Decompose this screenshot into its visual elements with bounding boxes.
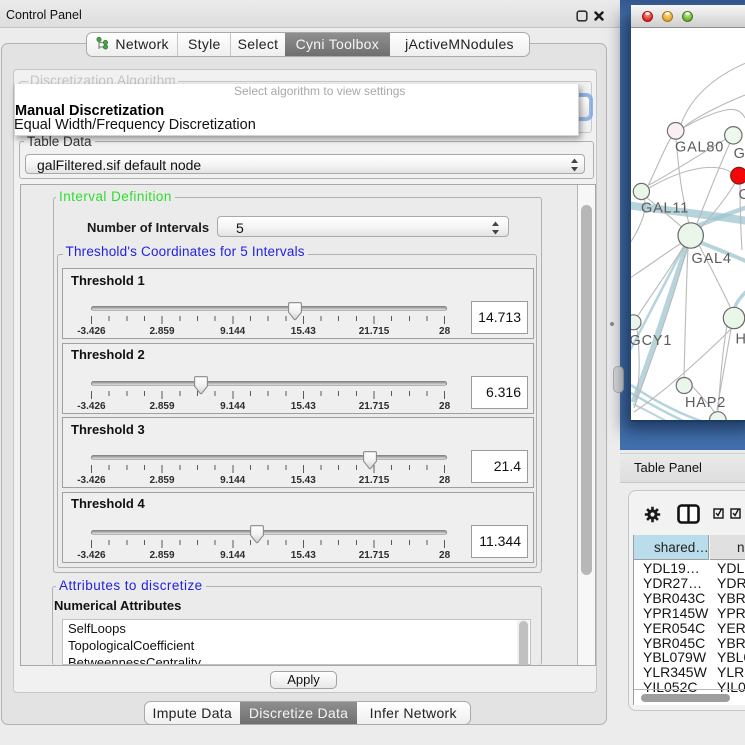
svg-text:GAL80: GAL80 [675, 140, 724, 156]
svg-text:C: C [739, 187, 745, 203]
svg-text:GCY1: GCY1 [631, 333, 672, 349]
svg-text:HAP2: HAP2 [685, 395, 726, 411]
svg-text:GA: GA [734, 146, 745, 162]
svg-text:H: H [736, 332, 745, 348]
svg-text:GAL4: GAL4 [692, 251, 732, 267]
svg-text:GAL11: GAL11 [641, 201, 689, 217]
